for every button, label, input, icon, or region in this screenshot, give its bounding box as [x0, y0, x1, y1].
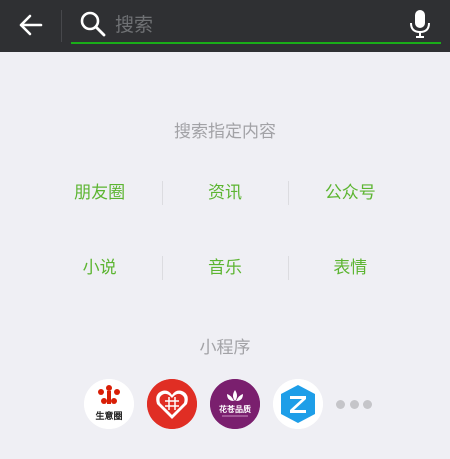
content-type-row: 小说 音乐 表情: [37, 255, 413, 281]
mini-programs-list: 生意圈 花苍品质: [84, 379, 384, 429]
top-bar: [0, 0, 450, 52]
content-type-official-accounts[interactable]: 公众号: [287, 180, 413, 206]
content-type-moments[interactable]: 朋友圈: [37, 180, 162, 206]
search-icon: [80, 11, 106, 37]
shengyiquan-logo-icon: 生意圈: [84, 379, 134, 429]
mini-programs-title: 小程序: [199, 338, 251, 358]
more-dot: [336, 399, 345, 409]
more-mini-programs-button[interactable]: [336, 397, 372, 411]
mini-program-huacang[interactable]: 花苍品质: [210, 379, 260, 429]
search-bar: [71, 0, 441, 52]
mini-program-shengyiquan[interactable]: 生意圈: [84, 379, 134, 429]
back-button[interactable]: [12, 8, 50, 42]
more-dot: [349, 399, 359, 409]
more-dot: [363, 399, 372, 409]
search-input[interactable]: [113, 8, 397, 42]
content-type-novels[interactable]: 小说: [37, 255, 162, 281]
mini-program-z[interactable]: [273, 379, 323, 429]
content-type-stickers[interactable]: 表情: [287, 255, 413, 281]
z-logo-icon: [273, 379, 323, 429]
microphone-icon[interactable]: [408, 8, 432, 40]
back-arrow-icon: [19, 14, 43, 36]
divider: [61, 10, 62, 42]
section-title: 搜索指定内容: [174, 122, 276, 142]
svg-text:花苍品质: 花苍品质: [219, 404, 251, 414]
content-type-news[interactable]: 资讯: [162, 180, 287, 206]
svg-text:生意圈: 生意圈: [95, 410, 122, 422]
pinduoduo-logo-icon: [147, 379, 197, 429]
content-type-music[interactable]: 音乐: [162, 255, 287, 281]
content-type-row: 朋友圈 资讯 公众号: [37, 180, 413, 206]
mini-program-pinduoduo[interactable]: [147, 379, 197, 429]
lotus-logo-icon: 花苍品质: [210, 379, 260, 429]
search-underline: [71, 42, 441, 44]
